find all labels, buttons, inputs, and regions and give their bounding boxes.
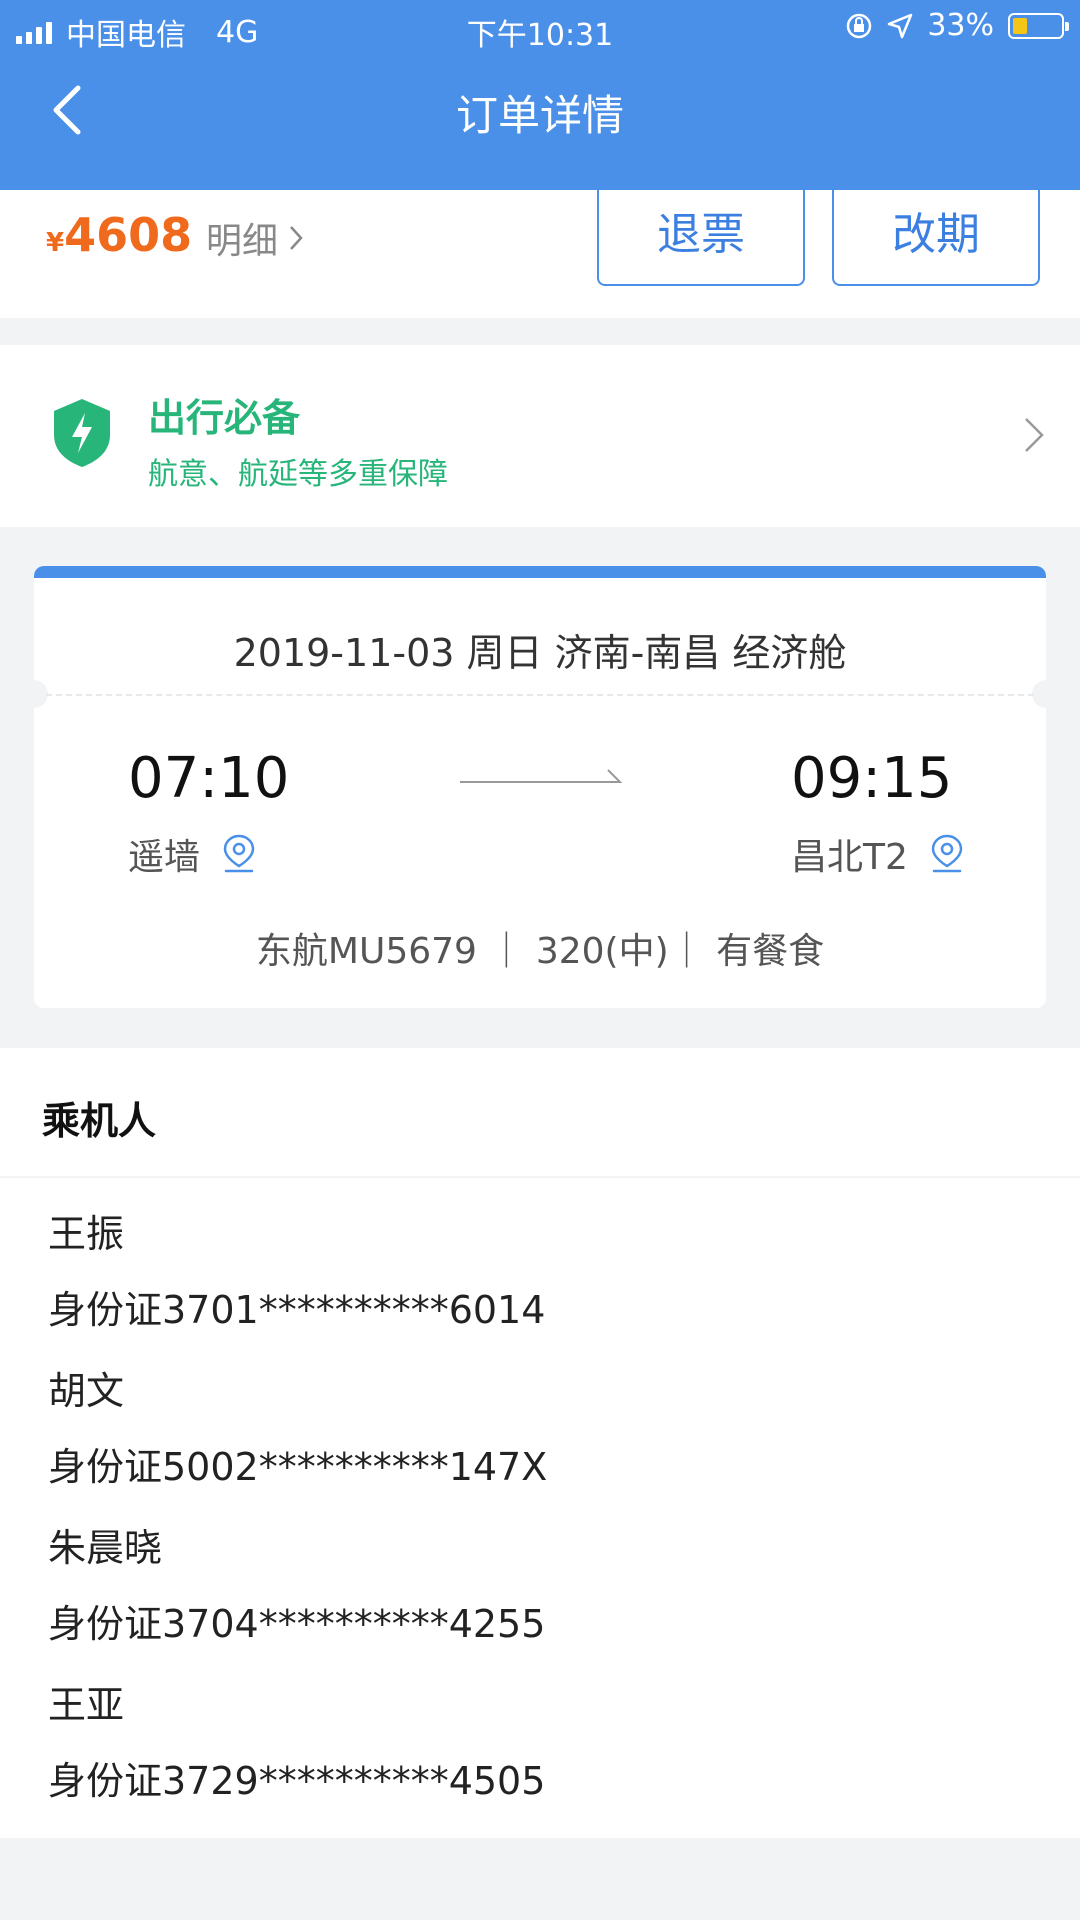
departure-airport[interactable]: 遥墙 — [128, 828, 256, 880]
page-title: 订单详情 — [455, 91, 624, 140]
card-divider — [46, 694, 1034, 696]
location-arrow-icon — [888, 13, 913, 38]
arrival-airport[interactable]: 昌北T2 — [791, 828, 964, 880]
passenger-id: 身份证5002**********147X — [48, 1445, 548, 1489]
price-detail-link[interactable]: 明细 — [206, 212, 304, 264]
passenger-item: 王振 身份证3701**********6014 — [48, 1204, 547, 1361]
order-summary: ¥4608 明细 退票 改期 — [0, 190, 1080, 318]
passenger-name: 朱晨晓 — [48, 1526, 163, 1570]
passenger-name: 王振 — [48, 1212, 125, 1256]
passenger-item: 朱晨晓 身份证3704**********4255 — [48, 1518, 547, 1675]
arrival-airport-name: 昌北T2 — [791, 837, 908, 878]
passenger-section: 乘机人 王振 身份证3701**********6014 胡文 身份证5002*… — [0, 1048, 1080, 1838]
flight-route: 2019-11-03 周日 济南-南昌 经济舱 — [233, 631, 847, 675]
passenger-item: 王亚 身份证3729**********4505 — [48, 1675, 547, 1832]
essentials-subtitle: 航意、航延等多重保障 — [148, 457, 448, 492]
passenger-header: 乘机人 — [42, 1099, 157, 1143]
chevron-right-icon — [1025, 418, 1044, 452]
status-bar: 中国电信 4G 下午10:31 33% — [0, 0, 1080, 54]
currency-symbol: ¥ — [46, 228, 65, 258]
rotation-lock-icon — [847, 13, 872, 38]
passenger-id: 身份证3729**********4505 — [48, 1759, 546, 1803]
location-pin-icon[interactable] — [930, 834, 964, 874]
passenger-list: 王振 身份证3701**********6014 胡文 身份证5002*****… — [48, 1204, 547, 1832]
shield-lightning-icon — [54, 399, 110, 467]
price-amount: 4608 — [64, 208, 193, 262]
section-divider — [0, 1176, 1080, 1178]
flight-info: 东航MU5679 ｜ 320(中)｜ 有餐食 — [255, 931, 825, 972]
location-pin-icon[interactable] — [222, 834, 256, 874]
refund-button[interactable]: 退票 — [597, 190, 805, 286]
order-price: ¥4608 — [46, 208, 192, 262]
passenger-id: 身份证3701**********6014 — [48, 1288, 546, 1332]
card-notch-right — [1032, 680, 1046, 708]
battery-percent: 33% — [927, 8, 994, 43]
status-right: 33% — [845, 8, 1069, 43]
passenger-name: 王亚 — [48, 1683, 125, 1727]
departure-airport-name: 遥墙 — [128, 837, 201, 878]
app-header: 中国电信 4G 下午10:31 33% 订单详情 — [0, 0, 1080, 190]
title-bar: 订单详情 — [0, 70, 1080, 150]
detail-label: 明细 — [206, 221, 279, 262]
battery-icon — [1008, 12, 1069, 39]
essentials-title: 出行必备 — [148, 396, 301, 440]
chevron-right-icon — [290, 226, 303, 250]
card-accent-bar — [34, 566, 1046, 578]
passenger-id: 身份证3704**********4255 — [48, 1602, 546, 1646]
departure-time: 07:10 — [128, 746, 290, 811]
passenger-name: 胡文 — [48, 1369, 125, 1413]
change-date-button[interactable]: 改期 — [832, 190, 1040, 286]
arrival-time: 09:15 — [791, 746, 953, 811]
passenger-item: 胡文 身份证5002**********147X — [48, 1361, 547, 1518]
arrow-right-icon — [460, 769, 623, 783]
travel-essentials-banner[interactable]: 出行必备 航意、航延等多重保障 — [0, 345, 1080, 527]
flight-card: 2019-11-03 周日 济南-南昌 经济舱 07:10 09:15 遥墙 昌… — [34, 566, 1046, 1008]
